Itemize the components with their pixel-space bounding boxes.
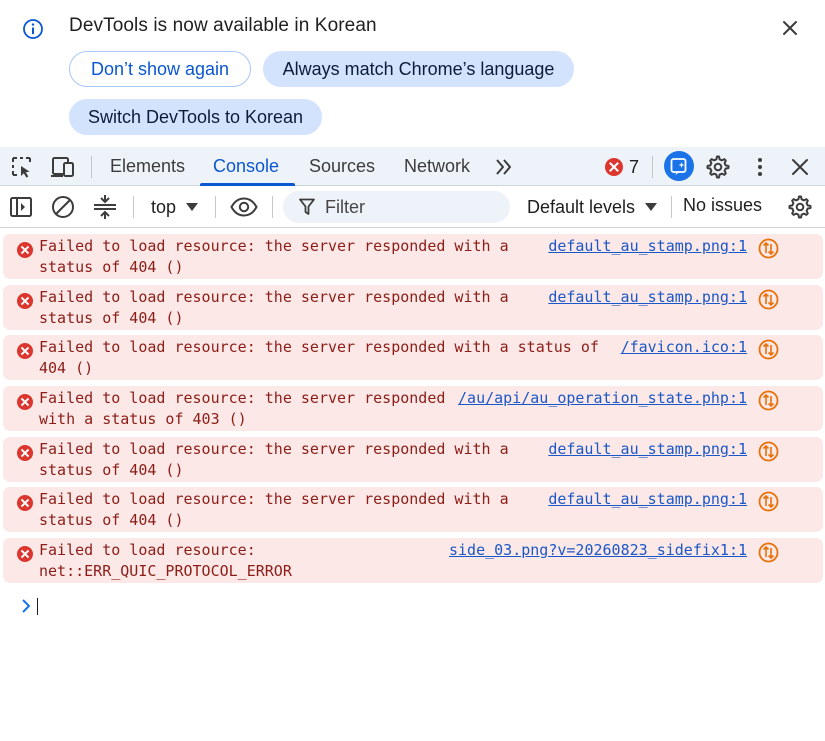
console-error-message: Failed to load resource: the server resp… xyxy=(3,234,823,279)
network-request-icon[interactable] xyxy=(758,238,779,259)
error-icon xyxy=(17,546,33,562)
source-link[interactable]: default_au_stamp.png:1 xyxy=(548,439,747,460)
more-options-icon[interactable] xyxy=(747,154,773,180)
filter-input[interactable] xyxy=(325,196,495,218)
infobar-title: DevTools is now available in Korean xyxy=(69,15,377,36)
tab-network[interactable]: Network xyxy=(404,147,470,186)
device-toolbar-icon[interactable] xyxy=(50,154,76,180)
info-icon xyxy=(23,19,43,39)
dont-show-again-button[interactable]: Don’t show again xyxy=(69,51,251,87)
source-link[interactable]: side_03.png?v=20260823_sidefix1:1 xyxy=(449,540,747,561)
clear-console-icon[interactable] xyxy=(50,194,76,220)
console-error-message: Failed to load resource: the server resp… xyxy=(3,487,823,532)
error-icon xyxy=(17,495,33,511)
close-devtools-icon[interactable] xyxy=(787,154,813,180)
group-similar-icon[interactable] xyxy=(92,194,118,220)
log-levels-dropdown[interactable]: Default levels xyxy=(527,195,658,219)
main-tab-bar: Elements Console Sources Network xyxy=(0,147,825,186)
error-count-button[interactable]: 7 xyxy=(605,157,639,177)
error-text: Failed to load resource: the server resp… xyxy=(39,237,509,276)
context-selector[interactable]: top xyxy=(151,195,199,219)
sidebar-toggle-icon[interactable] xyxy=(8,194,34,220)
context-value: top xyxy=(151,196,177,217)
console-error-message: Failed to load resource: the server resp… xyxy=(3,437,823,482)
console-error-message: Failed to load resource: the server resp… xyxy=(3,285,823,330)
error-text: Failed to load resource: the server resp… xyxy=(39,440,509,479)
error-icon xyxy=(17,293,33,309)
close-icon[interactable] xyxy=(778,16,802,40)
error-icon xyxy=(17,343,33,359)
error-text: Failed to load resource: the server resp… xyxy=(39,338,599,377)
console-input[interactable] xyxy=(37,598,38,615)
language-infobar: DevTools is now available in Korean Don’… xyxy=(0,0,825,147)
error-text: Failed to load resource: the server resp… xyxy=(39,288,509,327)
tab-console[interactable]: Console xyxy=(199,147,296,186)
source-link[interactable]: default_au_stamp.png:1 xyxy=(548,287,747,308)
network-request-icon[interactable] xyxy=(758,542,779,563)
issues-counter[interactable]: No issues xyxy=(683,195,762,216)
more-tabs-icon[interactable] xyxy=(491,154,517,180)
console-error-message: Failed to load resource: net::ERR_QUIC_P… xyxy=(3,538,823,583)
error-icon xyxy=(605,158,623,176)
always-match-language-button[interactable]: Always match Chrome’s language xyxy=(263,51,574,87)
error-text: Failed to load resource: net::ERR_QUIC_P… xyxy=(39,541,292,580)
source-link[interactable]: default_au_stamp.png:1 xyxy=(548,489,747,510)
toolbar-divider xyxy=(671,196,672,218)
network-request-icon[interactable] xyxy=(758,491,779,512)
error-count: 7 xyxy=(629,156,640,177)
console-error-message: Failed to load resource: the server resp… xyxy=(3,386,823,431)
toolbar-divider xyxy=(272,196,273,218)
toolbar-divider xyxy=(215,196,216,218)
source-link[interactable]: /favicon.ico:1 xyxy=(621,337,747,358)
filter-field[interactable] xyxy=(283,191,510,223)
source-link[interactable]: default_au_stamp.png:1 xyxy=(548,236,747,257)
chevron-down-icon xyxy=(186,203,199,211)
console-settings-icon[interactable] xyxy=(787,194,813,220)
error-text: Failed to load resource: the server resp… xyxy=(39,389,446,428)
error-icon xyxy=(17,242,33,258)
toolbar-divider xyxy=(91,156,92,178)
error-text: Failed to load resource: the server resp… xyxy=(39,490,509,529)
filter-icon xyxy=(299,198,315,215)
network-request-icon[interactable] xyxy=(758,289,779,310)
log-levels-value: Default levels xyxy=(527,196,636,217)
console-toolbar: top Default levels No issues xyxy=(0,186,825,228)
toolbar-divider xyxy=(652,156,653,178)
live-expression-eye-icon[interactable] xyxy=(230,194,258,220)
tab-elements[interactable]: Elements xyxy=(110,147,185,186)
chevron-down-icon xyxy=(645,203,658,211)
network-request-icon[interactable] xyxy=(758,339,779,360)
console-prompt-chevron-icon xyxy=(22,599,31,613)
console-error-message: Failed to load resource: the server resp… xyxy=(3,335,823,380)
ai-assistance-icon[interactable] xyxy=(664,151,694,181)
settings-icon[interactable] xyxy=(705,154,731,180)
tab-sources[interactable]: Sources xyxy=(309,147,375,186)
inspect-element-icon[interactable] xyxy=(9,154,35,180)
source-link[interactable]: /au/api/au_operation_state.php:1 xyxy=(458,388,747,409)
error-icon xyxy=(17,445,33,461)
toolbar-divider xyxy=(133,196,134,218)
error-icon xyxy=(17,394,33,410)
switch-to-korean-button[interactable]: Switch DevTools to Korean xyxy=(69,99,322,135)
network-request-icon[interactable] xyxy=(758,441,779,462)
network-request-icon[interactable] xyxy=(758,390,779,411)
